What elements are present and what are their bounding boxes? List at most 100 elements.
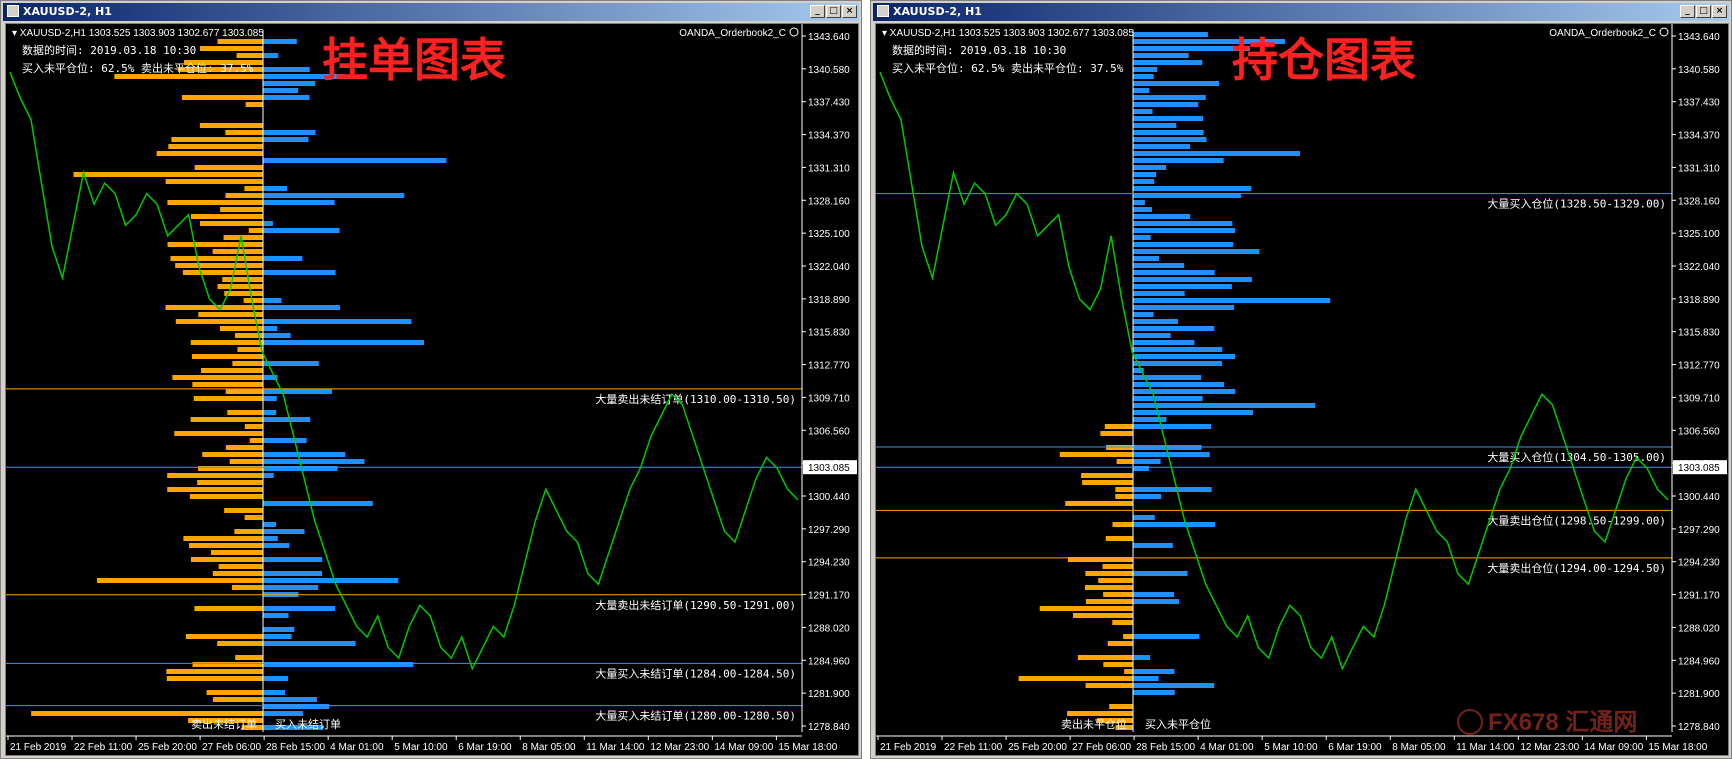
buy-bar: [1133, 88, 1150, 93]
buy-bar: [1133, 389, 1236, 394]
buy-bar: [263, 298, 282, 303]
current-price-label: 1303.085: [1678, 463, 1720, 474]
buy-bar: [263, 67, 310, 72]
buy-bar: [1133, 200, 1145, 205]
maximize-button[interactable]: □: [826, 5, 841, 18]
buy-bar: [263, 333, 291, 338]
close-button[interactable]: ×: [842, 5, 857, 18]
buy-bar: [1133, 109, 1153, 114]
buy-bar: [1133, 186, 1252, 191]
sell-bar: [217, 641, 263, 646]
chart-area[interactable]: 大量卖出未结订单(1310.00-1310.50) 大量卖出未结订单(1290.5…: [5, 23, 859, 756]
sell-bar: [1067, 711, 1133, 716]
price-tick-label: 1343.640: [1678, 32, 1720, 43]
sell-bar: [217, 284, 263, 289]
sell-bar: [167, 242, 263, 247]
buy-bar: [1133, 599, 1180, 604]
level-label: 大量卖出仓位(1298.50-1299.00): [1487, 513, 1666, 527]
buy-bar: [1133, 319, 1178, 324]
chart-window-left[interactable]: XAUUSD-2, H1 _ □ × 大量卖出未结订单(1310.00-1310.5…: [0, 0, 862, 759]
buy-bar: [263, 662, 414, 667]
chart-window-right[interactable]: XAUUSD-2, H1 _ □ × 大量买入仓位(1328.50-1329.00)…: [870, 0, 1732, 759]
window-title: XAUUSD-2, H1: [23, 5, 112, 18]
sell-bar: [248, 228, 263, 233]
buy-bar: [263, 340, 425, 345]
buy-bar: [1133, 67, 1158, 72]
price-tick-label: 1278.840: [1678, 722, 1720, 733]
buy-bar: [1133, 326, 1215, 331]
sell-bar: [1085, 585, 1133, 590]
time-tick-label: 22 Feb 11:00: [944, 742, 1003, 753]
sell-bar: [165, 305, 263, 310]
sell-bar: [183, 536, 263, 541]
orderbook-chart-svg[interactable]: 大量卖出未结订单(1310.00-1310.50) 大量卖出未结订单(1290.5…: [6, 24, 858, 755]
window-titlebar[interactable]: XAUUSD-2, H1 _ □ ×: [3, 3, 859, 21]
minimize-button[interactable]: _: [810, 5, 825, 18]
buy-bar: [1133, 543, 1173, 548]
chart-window-icon: [877, 5, 889, 17]
buy-bar: [263, 557, 323, 562]
price-tick-label: 1300.440: [808, 492, 850, 503]
buy-bar: [1133, 74, 1154, 79]
sell-bar: [199, 46, 263, 51]
buy-bar: [1133, 179, 1155, 184]
time-tick-label: 6 Mar 19:00: [1328, 742, 1382, 753]
price-tick-label: 1334.370: [808, 131, 850, 142]
buy-bar: [1133, 228, 1236, 233]
sell-bar: [217, 39, 263, 44]
sell-bar: [73, 172, 263, 177]
sell-bar: [212, 571, 263, 576]
sell-bar: [1105, 536, 1133, 541]
time-tick-label: 25 Feb 20:00: [138, 742, 197, 753]
buy-bar: [1133, 242, 1234, 247]
buy-bar: [263, 459, 365, 464]
fx678-logo-icon: [1457, 709, 1483, 735]
buy-bar: [1133, 417, 1167, 422]
price-tick-label: 1312.770: [808, 361, 850, 372]
time-tick-label: 11 Mar 14:00: [1456, 742, 1515, 753]
chart-header: ▾ XAUUSD-2,H1 1303.525 1303.903 1302.677…: [12, 28, 264, 39]
sell-bar: [1107, 641, 1133, 646]
buy-bar: [1133, 571, 1188, 576]
price-tick-label: 1294.230: [808, 558, 850, 569]
buy-bar: [263, 543, 290, 548]
buy-bar: [1133, 123, 1177, 128]
price-tick-label: 1325.100: [808, 229, 850, 240]
sell-bar: [235, 655, 263, 660]
time-tick-label: 5 Mar 10:00: [394, 742, 448, 753]
buy-bar: [1133, 116, 1204, 121]
price-tick-label: 1334.370: [1678, 131, 1720, 142]
sell-bar: [175, 319, 263, 324]
sell-bar: [1124, 669, 1133, 674]
sell-bar: [1085, 599, 1133, 604]
buy-bar: [263, 256, 303, 261]
buy-bar: [1133, 690, 1175, 695]
chart-area[interactable]: 大量买入仓位(1328.50-1329.00) 大量买入仓位(1304.50-13…: [875, 23, 1729, 756]
price-tick-label: 1340.580: [808, 65, 850, 76]
maximize-button[interactable]: □: [1696, 5, 1711, 18]
buy-bar: [1133, 32, 1208, 37]
minimize-button[interactable]: _: [1680, 5, 1695, 18]
position-chart-svg[interactable]: 大量买入仓位(1328.50-1329.00)大量买入仓位(1304.50-13…: [876, 24, 1728, 755]
bottom-left-label: 卖出未结订单: [191, 717, 257, 731]
price-tick-label: 1337.430: [1678, 98, 1720, 109]
buy-bar: [1133, 221, 1233, 226]
sell-bar: [225, 130, 263, 135]
sell-bar: [175, 263, 263, 268]
sell-bar: [168, 144, 263, 149]
sell-bar: [197, 480, 263, 485]
time-tick-label: 27 Feb 06:00: [1072, 742, 1131, 753]
bottom-right-label: 买入未结订单: [275, 718, 341, 731]
sell-bar: [182, 95, 263, 100]
price-tick-label: 1309.710: [808, 393, 850, 404]
window-titlebar[interactable]: XAUUSD-2, H1 _ □ ×: [873, 3, 1729, 21]
sell-bar: [193, 396, 263, 401]
price-tick-label: 1309.710: [1678, 393, 1720, 404]
buy-bar: [1133, 277, 1252, 282]
sell-bar: [97, 578, 263, 583]
sell-bar: [171, 137, 263, 142]
data-time: 数据的时间: 2019.03.18 10:30: [892, 43, 1066, 57]
close-button[interactable]: ×: [1712, 5, 1727, 18]
buy-bar: [263, 585, 319, 590]
buy-bar: [1133, 60, 1203, 65]
